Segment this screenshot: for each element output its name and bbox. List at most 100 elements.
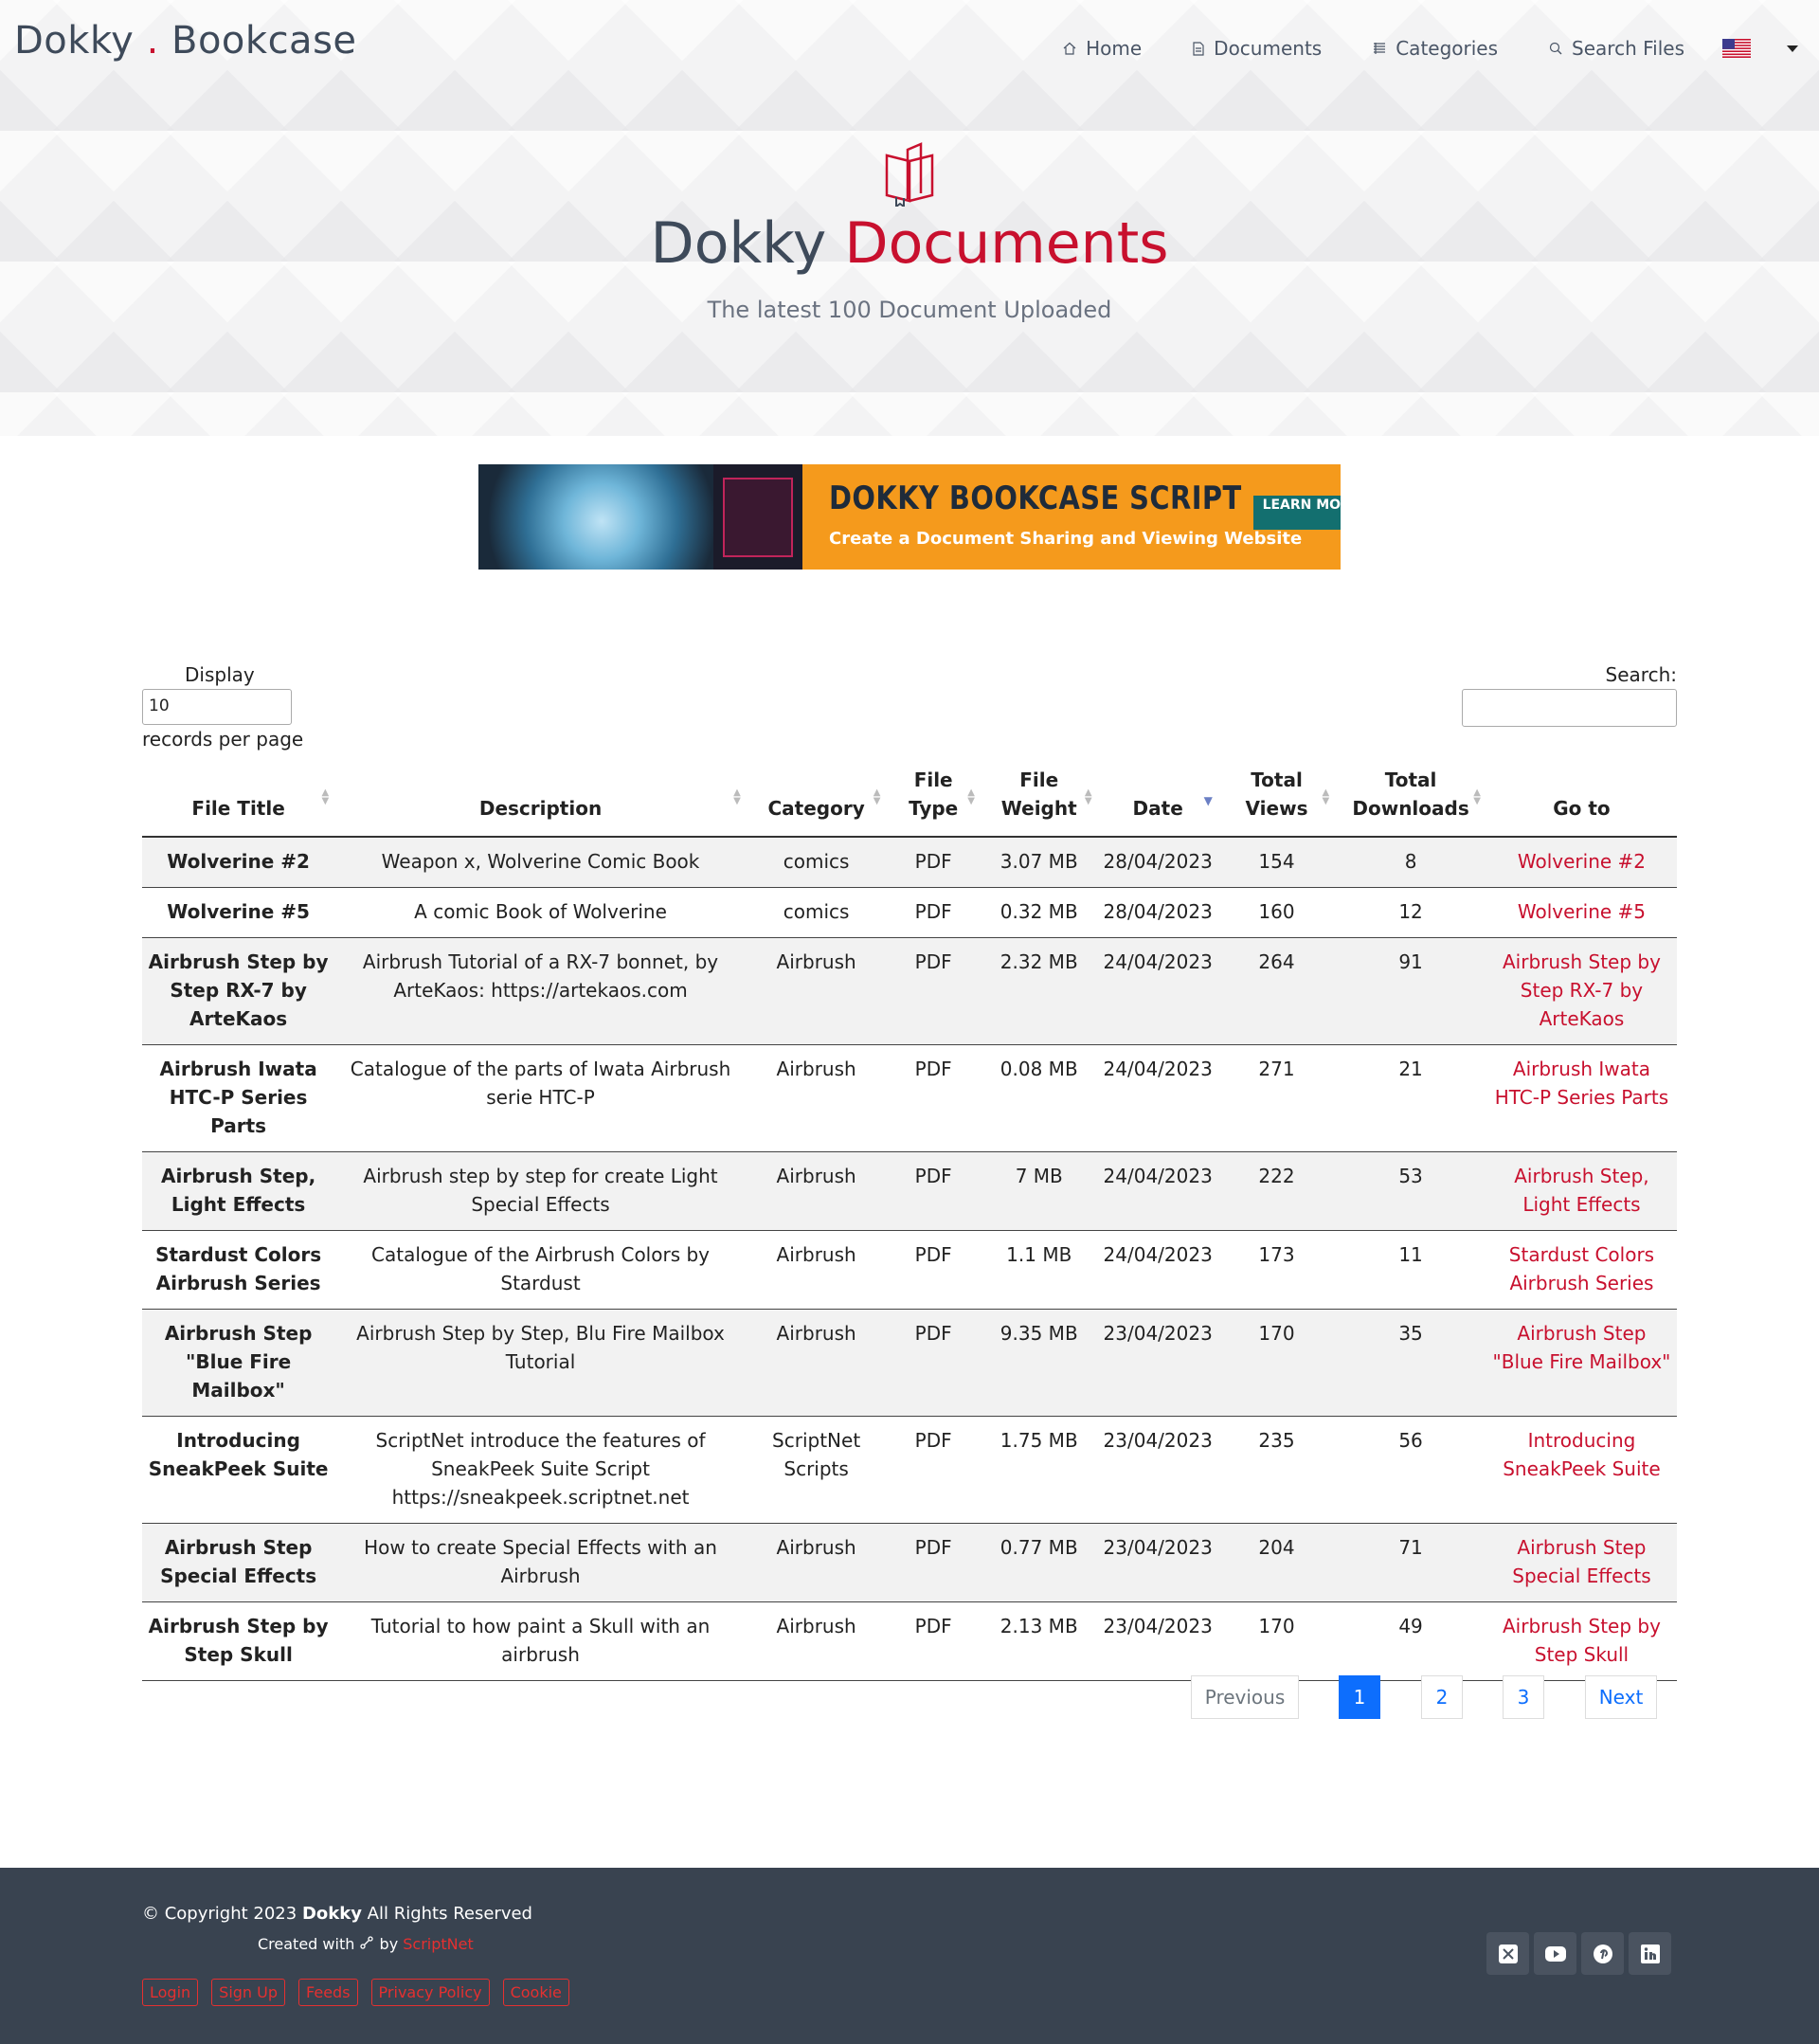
table-row: Airbrush Step by Step RX-7 by ArteKaos Ai… xyxy=(142,937,1677,1045)
cell-category: Airbrush xyxy=(746,1151,887,1231)
cell-total-views: 160 xyxy=(1217,887,1336,938)
social-youtube-button[interactable] xyxy=(1534,1932,1576,1975)
pagination-page-2[interactable]: 2 xyxy=(1421,1675,1463,1719)
cell-go-to: Airbrush Step, Light Effects xyxy=(1486,1151,1677,1231)
sort-icon: ▲ ▼ xyxy=(321,787,330,806)
records-per-page-select[interactable]: 10 xyxy=(142,689,292,725)
col-category[interactable]: Category ▲ ▼ xyxy=(746,766,887,838)
open-book-icon xyxy=(885,142,934,207)
cell-category: Airbrush xyxy=(746,1601,887,1681)
cell-total-downloads: 49 xyxy=(1335,1601,1486,1681)
col-total-downloads[interactable]: Total Downloads ▲ ▼ xyxy=(1335,766,1486,838)
cell-file-title: Stardust Colors Airbrush Series xyxy=(142,1230,335,1310)
col-total-views[interactable]: Total Views ▲ ▼ xyxy=(1217,766,1336,838)
document-link[interactable]: Airbrush Step by Step Skull xyxy=(1503,1615,1661,1666)
document-link[interactable]: Introducing SneakPeek Suite xyxy=(1503,1429,1660,1480)
pagination-page-3[interactable]: 3 xyxy=(1503,1675,1544,1719)
cell-go-to: Airbrush Step by Step Skull xyxy=(1486,1601,1677,1681)
cell-date: 28/04/2023 xyxy=(1097,887,1218,938)
pagination-next[interactable]: Next xyxy=(1585,1675,1657,1719)
footer-links: Login Sign Up Feeds Privacy Policy Cooki… xyxy=(142,1979,583,2006)
footer-link-privacy-policy[interactable]: Privacy Policy xyxy=(370,1979,490,2006)
globe-image xyxy=(478,464,713,570)
cell-file-weight: 9.35 MB xyxy=(980,1309,1098,1417)
cell-file-weight: 3.07 MB xyxy=(980,837,1098,888)
cell-total-downloads: 35 xyxy=(1335,1309,1486,1417)
nav-categories[interactable]: Categories xyxy=(1373,37,1498,60)
social-linkedin-button[interactable] xyxy=(1629,1932,1671,1975)
cell-total-downloads: 8 xyxy=(1335,837,1486,888)
cell-date: 24/04/2023 xyxy=(1097,1151,1218,1231)
cell-date: 24/04/2023 xyxy=(1097,1230,1218,1310)
footer-link-cookie[interactable]: Cookie xyxy=(502,1979,569,2006)
document-link[interactable]: Airbrush Step Special Effects xyxy=(1512,1536,1650,1587)
cell-total-downloads: 91 xyxy=(1335,937,1486,1045)
footer-link-feeds[interactable]: Feeds xyxy=(298,1979,358,2006)
hero-section: Dokky . Bookcase Home Documents Categori… xyxy=(0,0,1819,436)
cell-file-type: PDF xyxy=(886,1044,981,1152)
nav-home[interactable]: Home xyxy=(1063,37,1142,60)
page-title: Dokky Documents xyxy=(650,210,1169,277)
pagination-page-1[interactable]: 1 xyxy=(1339,1675,1380,1719)
col-file-type[interactable]: File Type ▲ ▼ xyxy=(886,766,981,838)
document-link[interactable]: Wolverine #5 xyxy=(1518,900,1646,923)
social-pinterest-button[interactable] xyxy=(1581,1932,1624,1975)
sort-icon: ▲ ▼ xyxy=(733,787,741,806)
scriptnet-link[interactable]: ScriptNet xyxy=(403,1935,474,1953)
document-link[interactable]: Stardust Colors Airbrush Series xyxy=(1509,1243,1654,1294)
git-icon xyxy=(360,1936,374,1949)
cell-description: ScriptNet introduce the features of Snea… xyxy=(334,1416,747,1524)
x-icon xyxy=(1498,1944,1518,1963)
table-row: Wolverine #2 Weapon x, Wolverine Comic Bo… xyxy=(142,837,1677,888)
cell-total-downloads: 71 xyxy=(1335,1523,1486,1602)
social-x-button[interactable] xyxy=(1486,1932,1529,1975)
cell-file-title: Airbrush Iwata HTC-P Series Parts xyxy=(142,1044,335,1152)
cell-description: Catalogue of the parts of Iwata Airbrush… xyxy=(334,1044,747,1152)
cell-category: Airbrush xyxy=(746,1230,887,1310)
main-nav: Home Documents Categories Search Files xyxy=(1012,34,1819,63)
footer-link-sign-up[interactable]: Sign Up xyxy=(211,1979,286,2006)
cell-total-downloads: 21 xyxy=(1335,1044,1486,1152)
footer-link-login[interactable]: Login xyxy=(142,1979,199,2006)
cell-file-title: Airbrush Step "Blue Fire Mailbox" xyxy=(142,1309,335,1417)
col-description[interactable]: Description ▲ ▼ xyxy=(334,766,747,838)
document-link[interactable]: Airbrush Step by Step RX-7 by ArteKaos xyxy=(1503,950,1661,1030)
cell-date: 23/04/2023 xyxy=(1097,1309,1218,1417)
site-logo[interactable]: Dokky . Bookcase xyxy=(14,19,357,63)
sort-icon: ▲ ▼ xyxy=(1322,787,1330,806)
cell-total-views: 170 xyxy=(1217,1601,1336,1681)
table-row: Introducing SneakPeek Suite ScriptNet int… xyxy=(142,1416,1677,1524)
learn-more-button[interactable]: LEARN MORE xyxy=(1253,496,1341,530)
cell-category: Airbrush xyxy=(746,1523,887,1602)
cell-go-to: Wolverine #5 xyxy=(1486,887,1677,938)
cell-file-type: PDF xyxy=(886,937,981,1045)
banner-content: DOKKY BOOKCASE SCRIPT Create a Document … xyxy=(802,464,1341,570)
sort-icon: ▲ ▼ xyxy=(1473,787,1481,806)
col-date[interactable]: Date ▼ xyxy=(1097,766,1218,838)
page-subtitle: The latest 100 Document Uploaded xyxy=(707,297,1112,323)
document-link[interactable]: Airbrush Iwata HTC-P Series Parts xyxy=(1495,1058,1668,1109)
cell-total-downloads: 56 xyxy=(1335,1416,1486,1524)
cell-go-to: Airbrush Step "Blue Fire Mailbox" xyxy=(1486,1309,1677,1417)
us-flag-icon[interactable] xyxy=(1722,39,1751,58)
col-file-weight[interactable]: File Weight ▲ ▼ xyxy=(980,766,1098,838)
cell-file-title: Airbrush Step, Light Effects xyxy=(142,1151,335,1231)
cell-file-type: PDF xyxy=(886,887,981,938)
pagination-previous[interactable]: Previous xyxy=(1191,1675,1299,1719)
promo-banner[interactable]: DOKKY BOOKCASE SCRIPT Create a Document … xyxy=(478,464,1341,570)
language-dropdown-caret[interactable] xyxy=(1787,45,1798,52)
cell-description: Weapon x, Wolverine Comic Book xyxy=(334,837,747,888)
nav-documents[interactable]: Documents xyxy=(1193,37,1322,60)
document-link[interactable]: Airbrush Step "Blue Fire Mailbox" xyxy=(1493,1322,1671,1373)
cell-file-title: Airbrush Step by Step Skull xyxy=(142,1601,335,1681)
table-body: Wolverine #2 Weapon x, Wolverine Comic Bo… xyxy=(142,837,1677,1681)
cell-file-weight: 2.13 MB xyxy=(980,1601,1098,1681)
scriptnet-logo xyxy=(713,464,802,570)
nav-search-files[interactable]: Search Files xyxy=(1549,37,1684,60)
table-search-input[interactable] xyxy=(1462,689,1677,727)
document-link[interactable]: Wolverine #2 xyxy=(1518,850,1646,873)
col-file-title[interactable]: File Title ▲ ▼ xyxy=(142,766,335,838)
sort-icon: ▲ ▼ xyxy=(967,787,975,806)
cell-file-type: PDF xyxy=(886,1230,981,1310)
document-link[interactable]: Airbrush Step, Light Effects xyxy=(1514,1165,1648,1216)
